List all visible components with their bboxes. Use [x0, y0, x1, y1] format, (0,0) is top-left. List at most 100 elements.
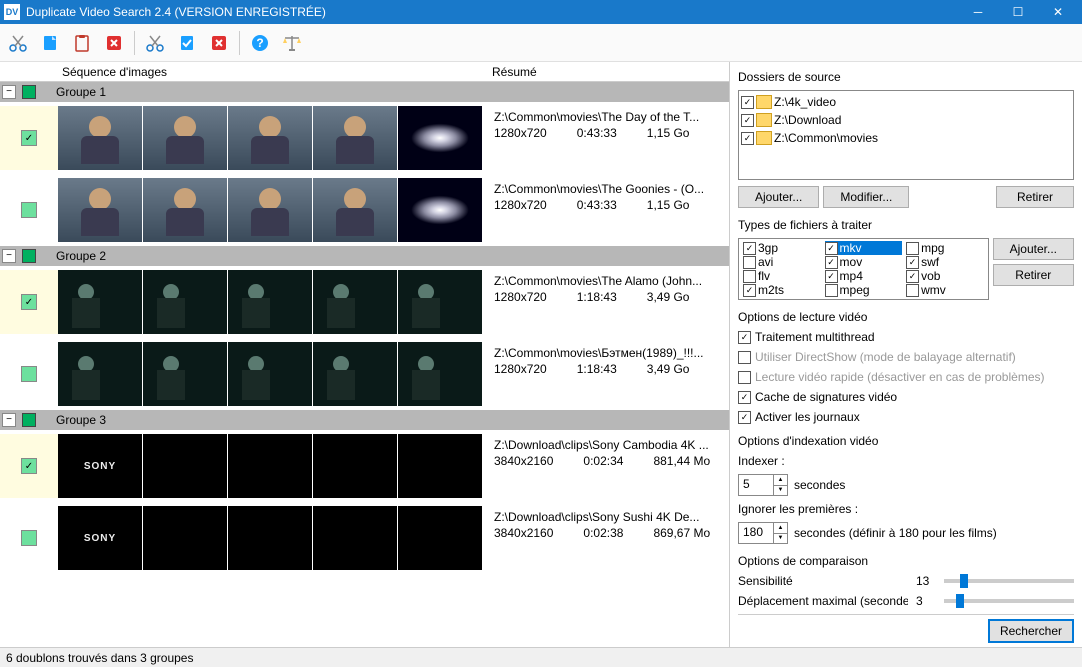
file-type-item[interactable]: wmv — [906, 283, 984, 297]
thumbnail[interactable] — [228, 506, 312, 570]
thumbnail[interactable] — [398, 106, 482, 170]
remove-folder-button[interactable]: Retirer — [996, 186, 1074, 208]
group-header[interactable]: − Groupe 2 — [0, 246, 729, 266]
folder-item[interactable]: ✓ Z:\4k_video — [741, 93, 1071, 111]
type-checkbox[interactable]: ✓ — [743, 242, 756, 255]
file-type-item[interactable]: ✓vob — [906, 269, 984, 283]
opt-cache[interactable]: ✓Cache de signatures vidéo — [738, 390, 1074, 404]
thumbnail[interactable] — [398, 506, 482, 570]
video-check-cell[interactable]: ✓ — [0, 434, 58, 498]
col-summary[interactable]: Résumé — [488, 65, 729, 79]
cut-icon[interactable] — [4, 29, 32, 57]
video-checkbox[interactable]: ✓ — [21, 458, 37, 474]
type-checkbox[interactable]: ✓ — [825, 242, 838, 255]
type-checkbox[interactable] — [743, 270, 756, 283]
thumbnail[interactable] — [313, 106, 397, 170]
thumbnail[interactable] — [398, 342, 482, 406]
type-checkbox[interactable] — [743, 256, 756, 269]
thumbnail[interactable] — [313, 342, 397, 406]
clipboard-icon[interactable] — [68, 29, 96, 57]
file-type-item[interactable]: ✓mkv — [825, 241, 903, 255]
opt-directshow[interactable]: Utiliser DirectShow (mode de balayage al… — [738, 350, 1074, 364]
video-row[interactable]: Z:\Common\movies\The Goonies - (O... 128… — [0, 174, 729, 246]
spin-down-icon[interactable]: ▼ — [773, 486, 787, 496]
spin-down-icon[interactable]: ▼ — [773, 534, 787, 544]
video-check-cell[interactable]: ✓ — [0, 106, 58, 170]
close-button[interactable]: ✕ — [1038, 0, 1078, 24]
remove-type-button[interactable]: Retirer — [993, 264, 1074, 286]
video-row[interactable]: SONY Z:\Download\clips\Sony Sushi 4K De.… — [0, 502, 729, 574]
thumbnail[interactable] — [398, 270, 482, 334]
spin-up-icon[interactable]: ▲ — [773, 523, 787, 534]
thumbnail[interactable] — [228, 434, 312, 498]
file-type-item[interactable]: ✓m2ts — [743, 283, 821, 297]
thumbnail[interactable] — [143, 342, 227, 406]
modify-folder-button[interactable]: Modifier... — [823, 186, 909, 208]
thumbnail[interactable] — [143, 506, 227, 570]
delete-file-icon[interactable] — [100, 29, 128, 57]
indexer-value[interactable]: 5 — [739, 475, 773, 495]
type-checkbox[interactable] — [906, 284, 919, 297]
file-type-item[interactable]: ✓mov — [825, 255, 903, 269]
opt-logs[interactable]: ✓Activer les journaux — [738, 410, 1074, 424]
type-checkbox[interactable]: ✓ — [906, 256, 919, 269]
group-header[interactable]: − Groupe 3 — [0, 410, 729, 430]
group-checkbox[interactable] — [22, 413, 36, 427]
type-checkbox[interactable]: ✓ — [825, 256, 838, 269]
thumbnail[interactable] — [143, 270, 227, 334]
type-checkbox[interactable] — [906, 242, 919, 255]
video-row[interactable]: ✓ Z:\Common\movies\The Alamo (John... 12… — [0, 266, 729, 338]
thumbnail[interactable] — [313, 506, 397, 570]
type-checkbox[interactable]: ✓ — [825, 270, 838, 283]
video-row[interactable]: Z:\Common\movies\Бэтмен(1989)_!!!... 128… — [0, 338, 729, 410]
thumbnail[interactable] — [58, 106, 142, 170]
group-checkbox[interactable] — [22, 249, 36, 263]
thumbnail[interactable] — [143, 178, 227, 242]
maximize-button[interactable]: ☐ — [998, 0, 1038, 24]
thumbnail[interactable]: SONY — [58, 506, 142, 570]
group-header[interactable]: − Groupe 1 — [0, 82, 729, 102]
file-types-listbox[interactable]: ✓3gp✓mkvmpgavi✓mov✓swfflv✓mp4✓vob✓m2tsmp… — [738, 238, 989, 300]
skip-value[interactable]: 180 — [739, 523, 773, 543]
thumbnail[interactable] — [228, 270, 312, 334]
folder-item[interactable]: ✓ Z:\Common\movies — [741, 129, 1071, 147]
collapse-icon[interactable]: − — [2, 413, 16, 427]
thumbnail[interactable] — [313, 178, 397, 242]
indexer-spinner[interactable]: 5▲▼ secondes — [738, 474, 1074, 496]
file-type-item[interactable]: flv — [743, 269, 821, 283]
opt-multithread[interactable]: ✓Traitement multithread — [738, 330, 1074, 344]
folder-checkbox[interactable]: ✓ — [741, 96, 754, 109]
skip-spinner[interactable]: 180▲▼ secondes (définir à 180 pour les f… — [738, 522, 1074, 544]
add-folder-button[interactable]: Ajouter... — [738, 186, 819, 208]
thumbnail[interactable] — [228, 342, 312, 406]
thumbnail[interactable] — [228, 106, 312, 170]
thumbnail[interactable] — [398, 178, 482, 242]
thumbnail[interactable] — [58, 270, 142, 334]
spin-up-icon[interactable]: ▲ — [773, 475, 787, 486]
folder-checkbox[interactable]: ✓ — [741, 114, 754, 127]
minimize-button[interactable]: ─ — [958, 0, 998, 24]
video-checkbox[interactable] — [21, 202, 37, 218]
video-checkbox[interactable] — [21, 366, 37, 382]
folder-item[interactable]: ✓ Z:\Download — [741, 111, 1071, 129]
video-row[interactable]: ✓ Z:\Common\movies\The Day of the T... 1… — [0, 102, 729, 174]
collapse-icon[interactable]: − — [2, 249, 16, 263]
type-checkbox[interactable]: ✓ — [743, 284, 756, 297]
thumbnail[interactable] — [313, 434, 397, 498]
thumbnail[interactable] — [398, 434, 482, 498]
delete-file-check-icon[interactable] — [205, 29, 233, 57]
thumbnail[interactable]: SONY — [58, 434, 142, 498]
thumbnail[interactable] — [58, 342, 142, 406]
video-checkbox[interactable] — [21, 530, 37, 546]
search-button[interactable]: Rechercher — [988, 619, 1074, 643]
video-check-cell[interactable] — [0, 342, 58, 406]
type-checkbox[interactable]: ✓ — [906, 270, 919, 283]
video-check-cell[interactable]: ✓ — [0, 270, 58, 334]
video-check-cell[interactable] — [0, 178, 58, 242]
cut-icon-2[interactable] — [141, 29, 169, 57]
help-icon[interactable]: ? — [246, 29, 274, 57]
video-row[interactable]: ✓ SONY Z:\Download\clips\Sony Cambodia 4… — [0, 430, 729, 502]
file-type-item[interactable]: mpeg — [825, 283, 903, 297]
shift-slider[interactable]: Déplacement maximal (secondes) 3 — [738, 594, 1074, 608]
file-type-item[interactable]: ✓swf — [906, 255, 984, 269]
